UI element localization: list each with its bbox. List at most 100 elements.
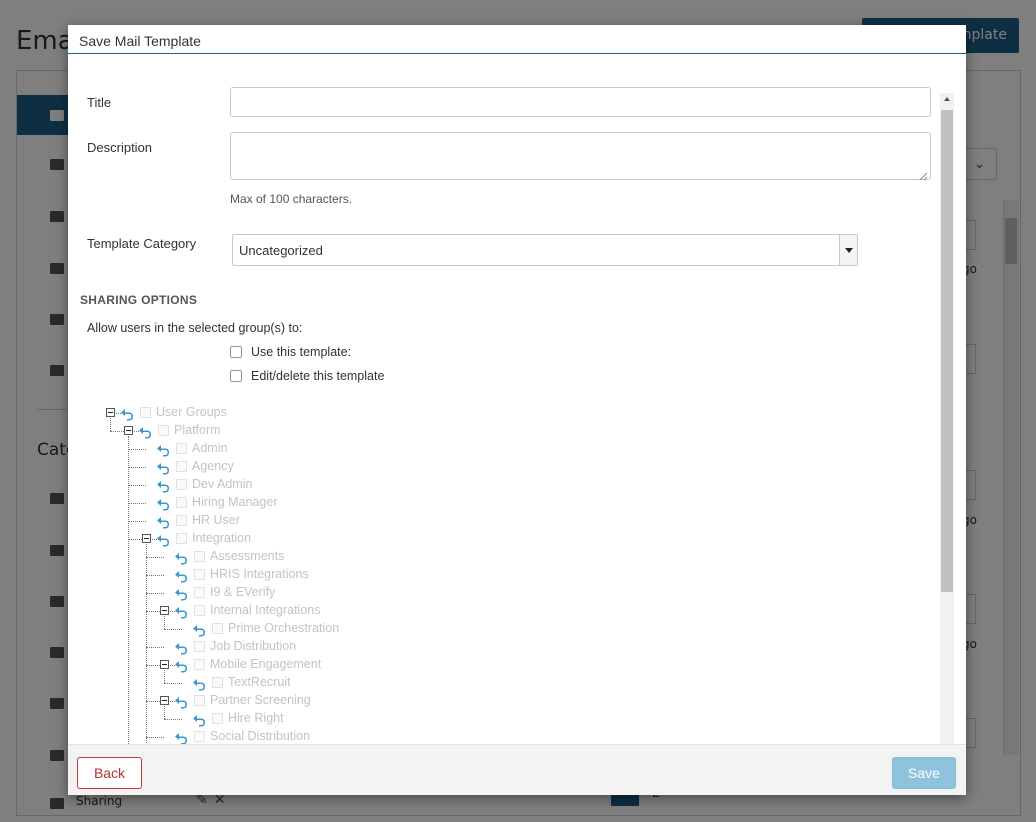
tree-node-checkbox[interactable] [176, 533, 187, 544]
tree-node-label: HRIS Integrations [210, 567, 309, 581]
undo-arrow-icon [174, 640, 188, 655]
use-template-option[interactable]: Use this template: [230, 344, 351, 360]
tree-node-label: HR User [192, 513, 240, 527]
collapse-toggle-icon[interactable] [124, 426, 133, 435]
tree-node-label: Admin [192, 441, 228, 455]
description-textarea[interactable] [230, 132, 931, 180]
tree-node-label: User Groups [156, 405, 227, 419]
tree-node[interactable]: User Groups [106, 404, 406, 422]
undo-arrow-icon [138, 424, 152, 439]
tree-guide-line [146, 557, 164, 558]
undo-arrow-icon [174, 568, 188, 583]
tree-node[interactable]: Social Distribution [146, 728, 460, 744]
tree-node[interactable]: HRIS Integrations [146, 566, 460, 584]
template-category-select[interactable]: Uncategorized [232, 234, 858, 266]
dialog-scrollbar-thumb[interactable] [941, 110, 953, 592]
undo-arrow-icon [174, 694, 188, 709]
tree-node[interactable]: Platform [110, 422, 424, 440]
undo-arrow-icon [120, 406, 134, 421]
tree-node[interactable]: I9 & EVerify [146, 584, 460, 602]
tree-guide-line [146, 575, 164, 576]
back-button[interactable]: Back [77, 757, 142, 789]
save-mail-template-dialog: Save Mail Template Title Description Max… [68, 25, 966, 795]
tree-node-checkbox[interactable] [176, 443, 187, 454]
tree-node-label: Job Distribution [210, 639, 297, 653]
undo-arrow-icon [192, 676, 206, 691]
undo-arrow-icon [156, 460, 170, 475]
collapse-toggle-icon[interactable] [160, 660, 169, 669]
resize-grip-icon[interactable] [919, 172, 928, 181]
tree-node[interactable]: Partner Screening [146, 692, 460, 710]
tree-guide-line [146, 701, 160, 702]
tree-node-checkbox[interactable] [212, 677, 223, 688]
tree-node-checkbox[interactable] [176, 497, 187, 508]
tree-guide-line [128, 485, 146, 486]
tree-node-checkbox[interactable] [212, 623, 223, 634]
tree-node[interactable]: Internal Integrations [146, 602, 460, 620]
tree-node-checkbox[interactable] [176, 461, 187, 472]
save-button[interactable]: Save [892, 757, 956, 789]
tree-guide-line [146, 647, 164, 648]
title-label: Title [87, 95, 112, 110]
edit-template-label: Edit/delete this template [251, 369, 385, 383]
tree-node-checkbox[interactable] [176, 515, 187, 526]
tree-guide-line [128, 539, 142, 540]
tree-node[interactable]: Admin [128, 440, 442, 458]
tree-node-checkbox[interactable] [158, 425, 169, 436]
tree-node-checkbox[interactable] [176, 479, 187, 490]
tree-node[interactable]: TextRecruit [164, 674, 478, 692]
category-label: Template Category [87, 236, 197, 251]
tree-node[interactable]: Hiring Manager [128, 494, 442, 512]
tree-node[interactable]: Prime Orchestration [164, 620, 478, 638]
tree-node[interactable]: Hire Right [164, 710, 478, 728]
tree-guide-line [128, 436, 129, 744]
collapse-toggle-icon[interactable] [160, 696, 169, 705]
tree-node-label: Hire Right [228, 711, 284, 725]
tree-guide-line [146, 593, 164, 594]
selected-category: Uncategorized [239, 243, 323, 258]
tree-node[interactable]: Integration [128, 530, 442, 548]
undo-arrow-icon [156, 442, 170, 457]
edit-template-option[interactable]: Edit/delete this template [230, 368, 384, 384]
tree-node[interactable]: Mobile Engagement [146, 656, 460, 674]
caret-down-icon[interactable] [839, 235, 857, 265]
dialog-header: Save Mail Template [68, 25, 966, 54]
undo-arrow-icon [174, 730, 188, 744]
tree-node-checkbox[interactable] [194, 587, 205, 598]
tree-guide-line [146, 665, 160, 666]
tree-node-label: Mobile Engagement [210, 657, 322, 671]
edit-template-checkbox[interactable] [230, 370, 242, 382]
tree-node[interactable]: HR User [128, 512, 442, 530]
tree-node[interactable]: Job Distribution [146, 638, 460, 656]
collapse-toggle-icon[interactable] [160, 606, 169, 615]
tree-node-label: TextRecruit [228, 675, 291, 689]
tree-guide-line [164, 683, 182, 684]
tree-node[interactable]: Dev Admin [128, 476, 442, 494]
tree-node[interactable]: Agency [128, 458, 442, 476]
undo-arrow-icon [192, 622, 206, 637]
use-template-checkbox[interactable] [230, 346, 242, 358]
tree-node-checkbox[interactable] [212, 713, 223, 724]
tree-node-checkbox[interactable] [140, 407, 151, 418]
collapse-toggle-icon[interactable] [142, 534, 151, 543]
tree-guide-line [164, 719, 182, 720]
sharing-subtitle: Allow users in the selected group(s) to: [87, 321, 303, 335]
tree-node[interactable]: Assessments [146, 548, 460, 566]
tree-node-checkbox[interactable] [194, 551, 205, 562]
collapse-toggle-icon[interactable] [106, 408, 115, 417]
tree-node-checkbox[interactable] [194, 695, 205, 706]
tree-node-label: I9 & EVerify [210, 585, 276, 599]
tree-node-checkbox[interactable] [194, 659, 205, 670]
tree-node-checkbox[interactable] [194, 731, 205, 742]
undo-arrow-icon [174, 658, 188, 673]
tree-node-label: Assessments [210, 549, 285, 563]
undo-arrow-icon [174, 586, 188, 601]
tree-node-checkbox[interactable] [194, 569, 205, 580]
tree-guide-line [110, 431, 124, 432]
tree-node-checkbox[interactable] [194, 641, 205, 652]
scroll-up-icon[interactable] [944, 97, 950, 101]
tree-node-checkbox[interactable] [194, 605, 205, 616]
tree-node-label: Internal Integrations [210, 603, 321, 617]
use-template-label: Use this template: [251, 345, 352, 359]
title-input[interactable] [230, 87, 931, 117]
